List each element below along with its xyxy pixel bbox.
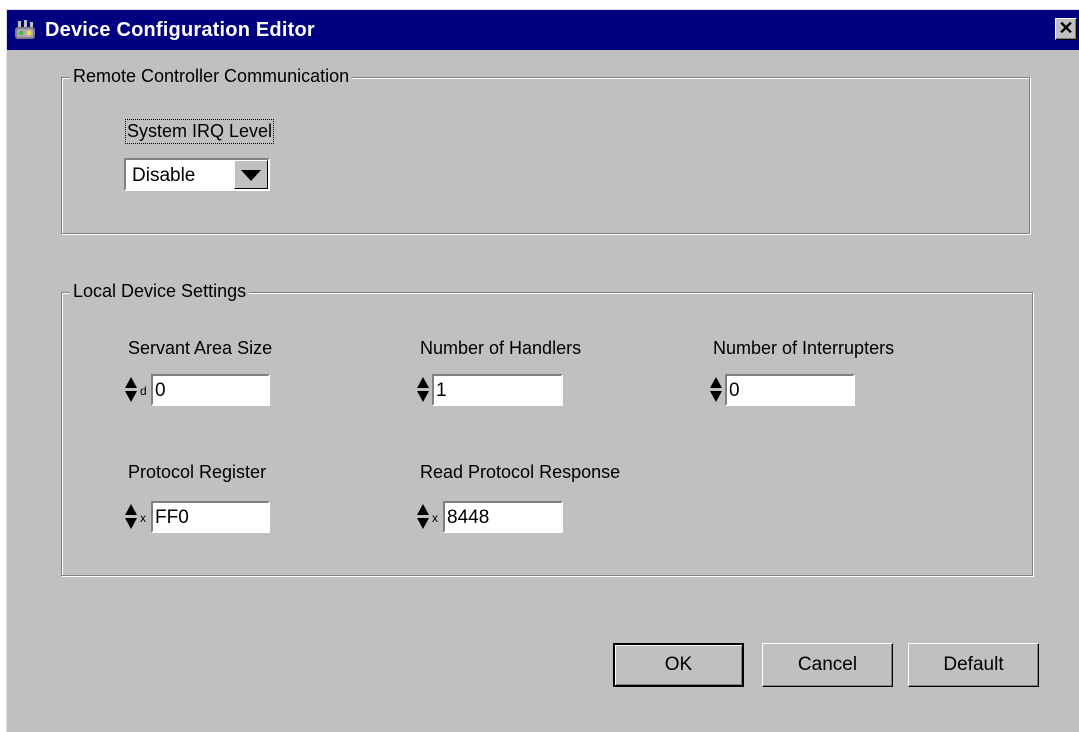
system-irq-dropdown[interactable]: Disable — [124, 158, 270, 191]
servant-area-size-label: Servant Area Size — [128, 338, 273, 358]
read-protocol-response-control: x 8448 — [416, 501, 563, 533]
spin-up-icon[interactable] — [125, 504, 137, 515]
dialog-window: Device Configuration Editor ✕ Remote Con… — [6, 9, 1079, 732]
cancel-button[interactable]: Cancel — [762, 643, 893, 687]
radix-indicator[interactable]: d — [140, 384, 147, 398]
protocol-register-label: Protocol Register — [128, 462, 267, 482]
spin-up-icon[interactable] — [417, 377, 429, 388]
window-title: Device Configuration Editor — [45, 19, 315, 41]
spin-down-icon[interactable] — [417, 391, 429, 402]
ok-button[interactable]: OK — [613, 643, 744, 687]
local-device-group: Local Device Settings — [61, 281, 1033, 576]
local-group-legend: Local Device Settings — [70, 281, 250, 302]
number-of-handlers-label: Number of Handlers — [420, 338, 582, 358]
number-of-interrupters-spinner[interactable] — [709, 374, 723, 406]
servant-area-size-input[interactable]: 0 — [151, 374, 270, 406]
servant-area-size-control: d 0 — [124, 374, 270, 406]
spin-down-icon[interactable] — [417, 518, 429, 529]
number-of-interrupters-input[interactable]: 0 — [725, 374, 855, 406]
number-of-handlers-control: 1 — [416, 374, 563, 406]
close-icon: ✕ — [1058, 18, 1074, 38]
system-irq-value: Disable — [132, 165, 196, 186]
device-icon — [15, 20, 35, 39]
protocol-register-spinner[interactable] — [124, 501, 138, 533]
number-of-handlers-spinner[interactable] — [416, 374, 430, 406]
radix-indicator[interactable]: x — [140, 511, 146, 525]
close-button[interactable]: ✕ — [1055, 18, 1077, 40]
remote-group-legend: Remote Controller Communication — [70, 66, 353, 87]
number-of-handlers-input[interactable]: 1 — [432, 374, 563, 406]
system-irq-level-label: System IRQ Level — [124, 119, 275, 144]
dropdown-arrow-icon[interactable] — [234, 160, 268, 189]
default-button[interactable]: Default — [908, 643, 1039, 687]
read-protocol-response-input[interactable]: 8448 — [443, 501, 563, 533]
spin-down-icon[interactable] — [125, 391, 137, 402]
radix-indicator[interactable]: x — [432, 511, 438, 525]
spin-down-icon[interactable] — [125, 518, 137, 529]
spin-up-icon[interactable] — [710, 377, 722, 388]
read-protocol-response-label: Read Protocol Response — [420, 462, 621, 482]
spin-down-icon[interactable] — [710, 391, 722, 402]
read-protocol-response-spinner[interactable] — [416, 501, 430, 533]
protocol-register-control: x FF0 — [124, 501, 270, 533]
title-bar[interactable]: Device Configuration Editor ✕ — [7, 10, 1079, 50]
spin-up-icon[interactable] — [417, 504, 429, 515]
remote-controller-group: Remote Controller Communication — [61, 66, 1030, 234]
number-of-interrupters-label: Number of Interrupters — [713, 338, 895, 358]
protocol-register-input[interactable]: FF0 — [151, 501, 270, 533]
spin-up-icon[interactable] — [125, 377, 137, 388]
servant-area-size-spinner[interactable] — [124, 374, 138, 406]
number-of-interrupters-control: 0 — [709, 374, 855, 406]
